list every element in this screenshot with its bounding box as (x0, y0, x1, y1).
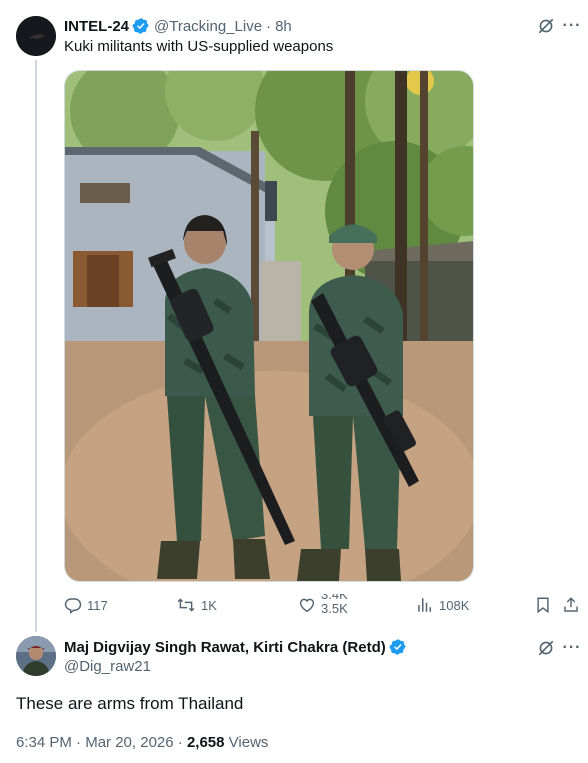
share-icon (562, 596, 580, 614)
separator-dot: · (76, 734, 82, 751)
bookmark-icon (534, 596, 552, 614)
author-name[interactable]: Maj Digvijay Singh Rawat, Kirti Chakra (… (64, 639, 386, 656)
verified-badge-icon (389, 638, 407, 656)
reply-header: Maj Digvijay Singh Rawat, Kirti Chakra (… (64, 638, 407, 656)
more-icon[interactable]: ··· (562, 16, 582, 36)
separator-dot: · (266, 17, 272, 35)
avatar[interactable] (16, 636, 56, 676)
tweet-timestamp[interactable]: 6:34 PM (16, 734, 72, 751)
like-count-new: 3.5K (321, 601, 348, 616)
tweet-text: Kuki militants with US-supplied weapons (64, 38, 334, 55)
tweet-time[interactable]: 8h (275, 18, 292, 35)
grok-icon[interactable] (536, 16, 556, 36)
verified-badge-icon (132, 17, 150, 35)
like-count-rolling: 3.4K 3.5K (321, 594, 348, 616)
reply-icon (64, 596, 82, 614)
more-icon[interactable]: ··· (562, 638, 582, 658)
repost-icon (176, 596, 196, 614)
views-label: Views (228, 734, 269, 751)
reply-button[interactable]: 117 (64, 594, 108, 616)
author-name[interactable]: INTEL-24 (64, 18, 129, 35)
reply-count: 117 (87, 597, 108, 613)
tweet-date[interactable]: Mar 20, 2026 (85, 734, 173, 751)
avatar[interactable] (16, 16, 56, 56)
views-icon (416, 596, 434, 614)
repost-count: 1K (201, 597, 217, 613)
grok-icon[interactable] (536, 638, 556, 658)
views-count: 108K (439, 597, 470, 613)
author-handle[interactable]: @Tracking_Live (154, 18, 262, 35)
like-button[interactable]: 3.4K 3.5K (298, 594, 348, 616)
share-button[interactable] (562, 594, 580, 616)
separator-dot: · (177, 734, 183, 751)
repost-button[interactable]: 1K (176, 594, 217, 616)
tweet-text: These are arms from Thailand (16, 694, 244, 713)
tweet-photo[interactable] (64, 70, 474, 582)
author-handle[interactable]: @Dig_raw21 (64, 658, 151, 675)
views-button[interactable]: 108K (416, 594, 469, 616)
tweet-actions: 117 1K 3.4K 3.5K 108K (64, 594, 582, 616)
views-count: 2,658 (186, 734, 225, 751)
tweet-header: INTEL-24 @Tracking_Live · 8h (64, 16, 292, 36)
thread-line (35, 60, 37, 632)
like-icon (298, 596, 316, 614)
bookmark-button[interactable] (534, 594, 552, 616)
tweet-meta: 6:34 PM · Mar 20, 2026 · 2,658 Views (16, 734, 268, 751)
